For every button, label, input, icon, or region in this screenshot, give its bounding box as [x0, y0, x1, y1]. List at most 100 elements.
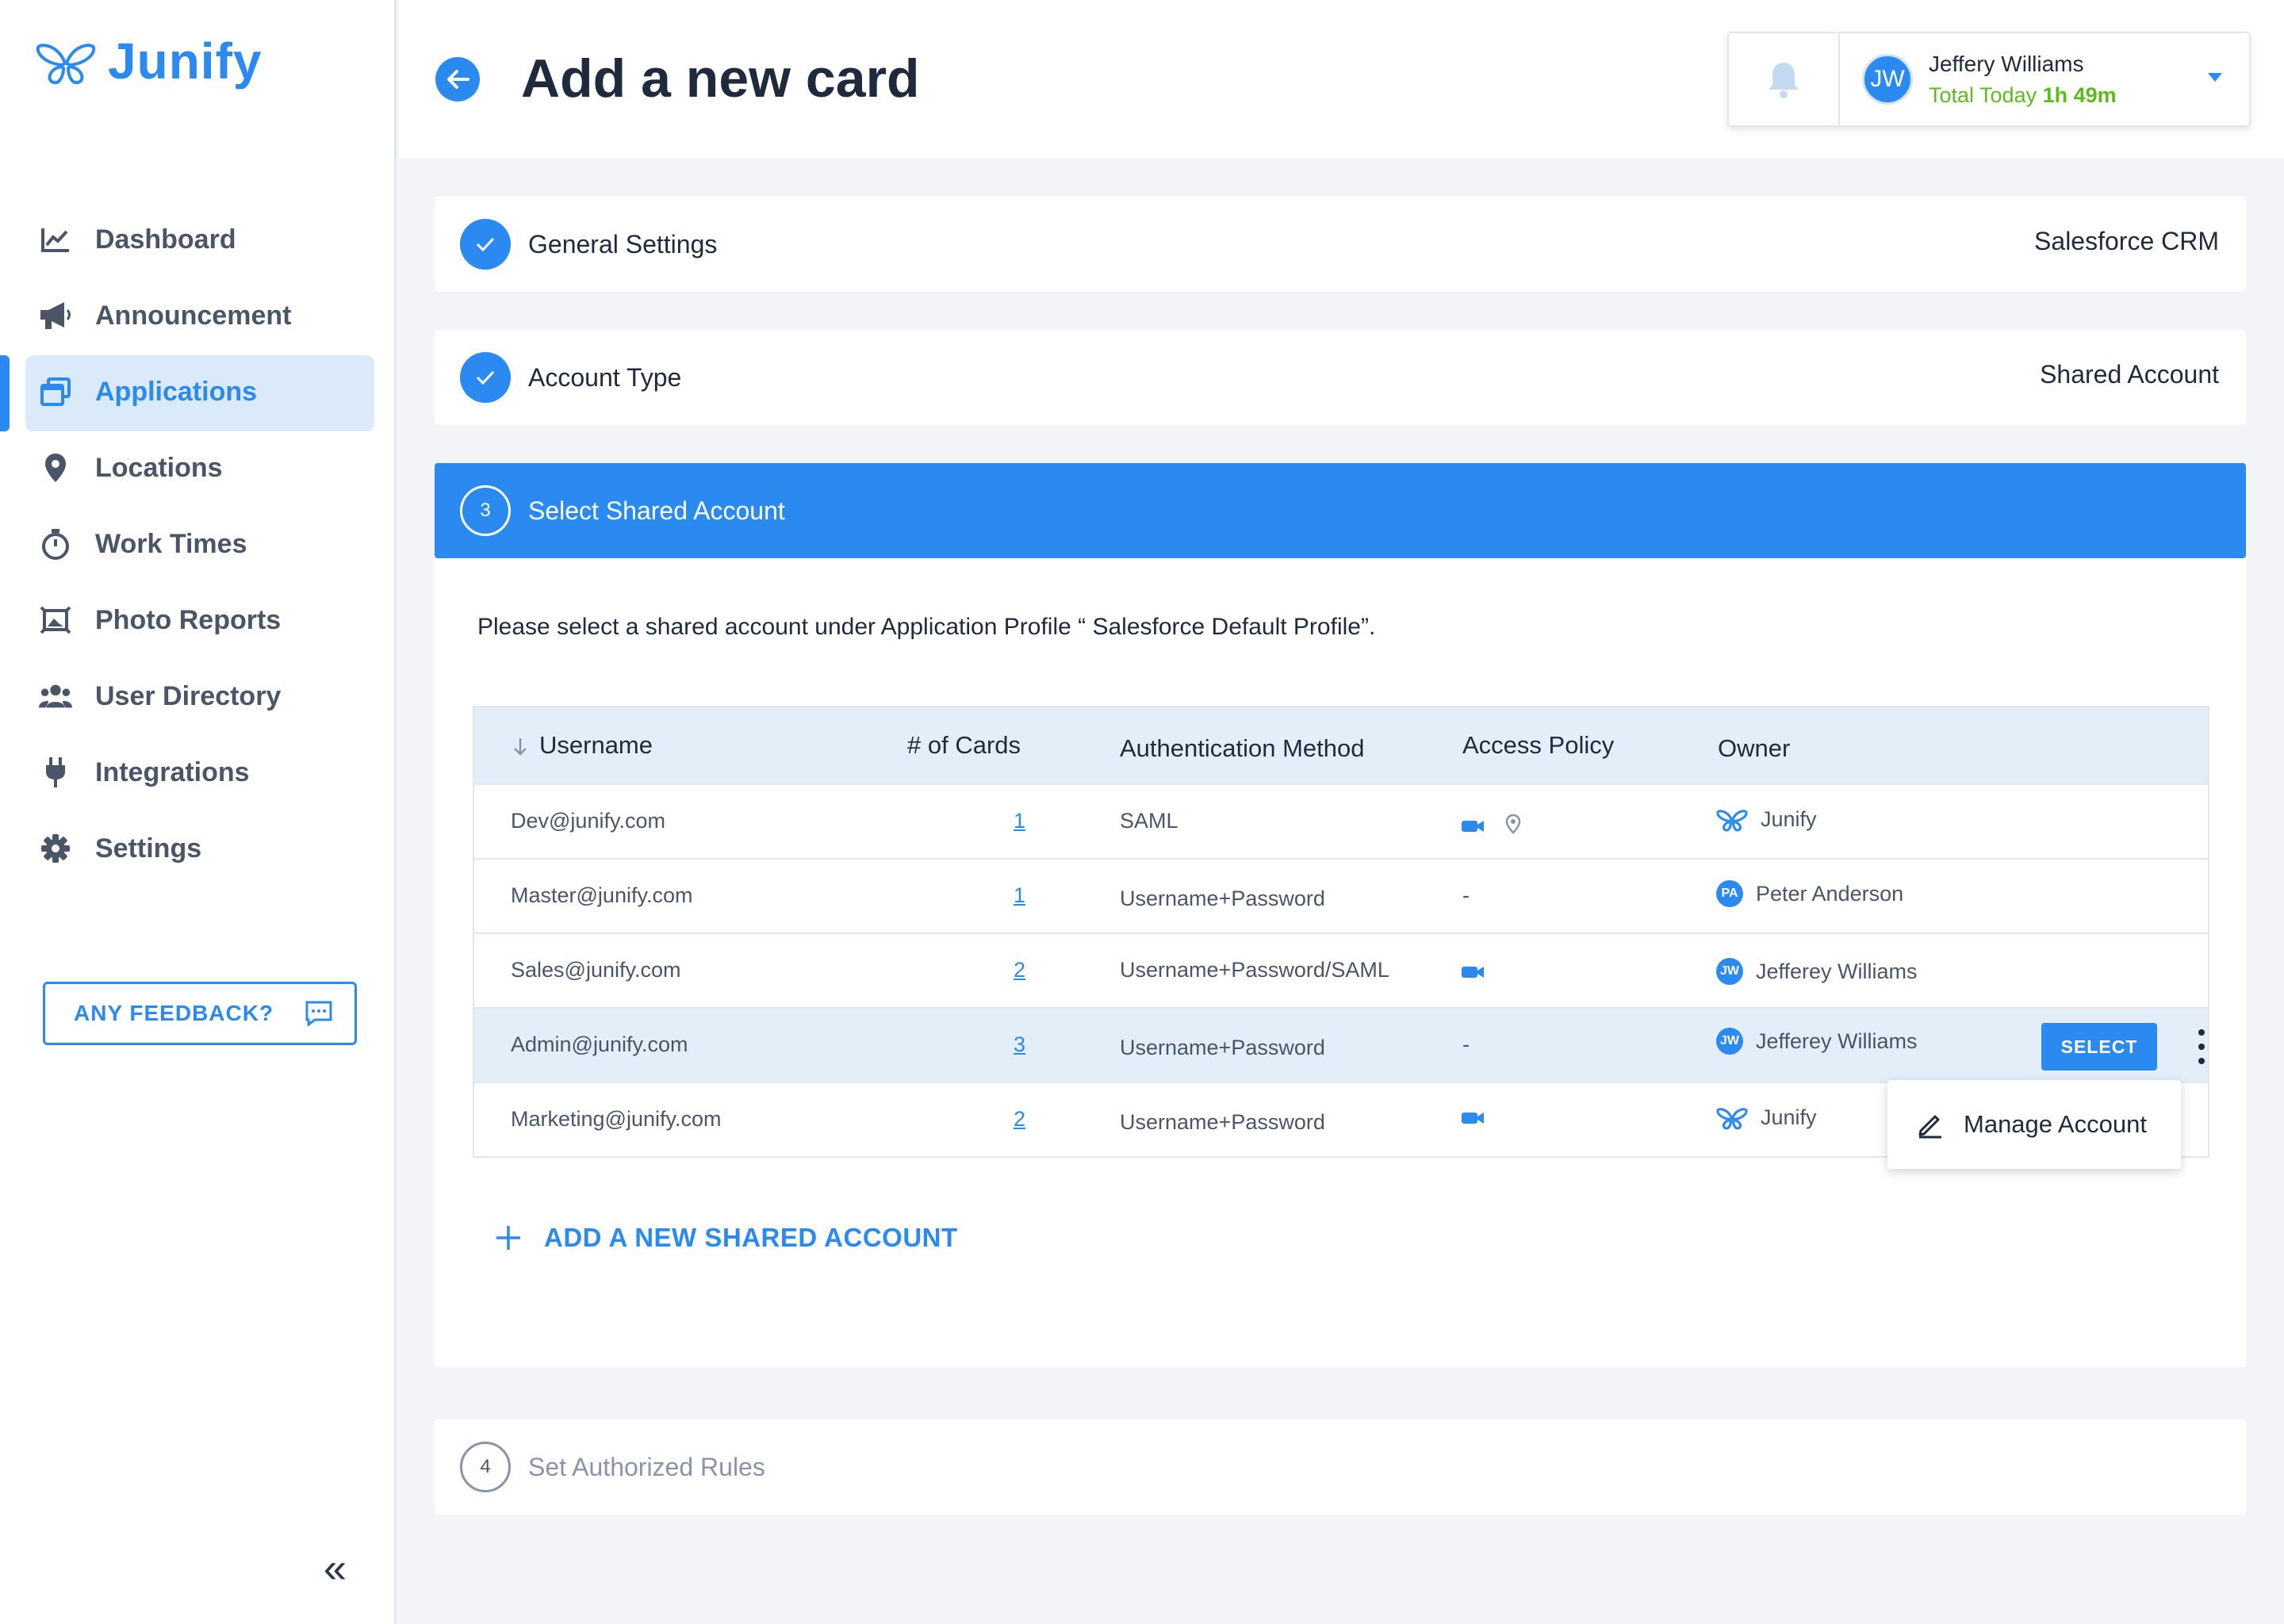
row-actions-menu: Manage Account: [1887, 1080, 2181, 1169]
step-title: Select Shared Account: [528, 496, 785, 525]
chevron-down-icon[interactable]: [2208, 73, 2222, 82]
column-owner: Owner: [1718, 734, 1791, 762]
sidebar-item-label: Applications: [95, 376, 258, 407]
cell-auth: Username+Password: [1120, 887, 1325, 910]
cell-cards-link[interactable]: 1: [1014, 809, 1025, 833]
notifications-button[interactable]: [1729, 33, 1840, 125]
cell-cards-link[interactable]: 1: [1014, 883, 1025, 908]
cell-owner: JW Jefferey Williams: [1716, 958, 1918, 985]
column-label: Username: [539, 731, 653, 759]
cell-auth: Username+Password: [1120, 1110, 1325, 1134]
arrow-left-icon: [447, 70, 469, 89]
brand-logo[interactable]: Junify: [35, 32, 262, 90]
cell-username: Master@junify.com: [511, 883, 693, 907]
cell-cards-link[interactable]: 3: [1014, 1032, 1025, 1057]
photo-frame-icon: [38, 603, 73, 638]
butterfly-logo-icon: [1716, 810, 1748, 832]
back-button[interactable]: [435, 57, 480, 102]
sidebar-item-announcement[interactable]: Announcement: [0, 278, 397, 354]
collapse-sidebar-icon[interactable]: «: [324, 1545, 347, 1592]
total-time-value: 1h 49m: [2042, 82, 2117, 107]
more-options-icon[interactable]: [2194, 1029, 2209, 1064]
sidebar-item-label: Settings: [95, 833, 202, 864]
megaphone-icon: [38, 298, 73, 333]
table-row[interactable]: Master@junify.com 1 Username+Password - …: [474, 858, 2208, 933]
cell-access-policy: -: [1462, 1032, 1470, 1056]
avatar: JW: [1716, 958, 1743, 985]
column-cards: # of Cards: [907, 731, 1021, 759]
cell-username: Marketing@junify.com: [511, 1107, 722, 1131]
table-row[interactable]: Dev@junify.com 1 SAML Junify: [474, 783, 2208, 858]
sidebar-item-integrations[interactable]: Integrations: [0, 734, 397, 810]
shared-account-panel: Please select a shared account under App…: [435, 558, 2246, 1367]
sidebar-nav: Dashboard Announcement Applications Loca…: [0, 201, 397, 887]
sidebar-item-photo-reports[interactable]: Photo Reports: [0, 582, 397, 658]
cell-cards-link[interactable]: 2: [1014, 1107, 1025, 1132]
sidebar-item-settings[interactable]: Settings: [0, 810, 397, 887]
location-pin-icon: [38, 450, 73, 485]
feedback-button[interactable]: ANY FEEDBACK?: [43, 982, 357, 1045]
stopwatch-icon: [38, 527, 73, 561]
sidebar-item-locations[interactable]: Locations: [0, 430, 397, 506]
step-account-type[interactable]: Account Type Shared Account: [435, 330, 2246, 425]
cell-access-policy: -: [1462, 883, 1470, 907]
cell-auth: Username+Password/SAML: [1120, 958, 1389, 982]
sidebar-item-label: Locations: [95, 452, 223, 483]
cell-cards-link[interactable]: 2: [1014, 958, 1025, 982]
user-profile[interactable]: JW Jeffery Williams Total Today 1h 49m: [1840, 33, 2249, 125]
sidebar-item-user-directory[interactable]: User Directory: [0, 658, 397, 734]
step-set-authorized-rules[interactable]: 4 Set Authorized Rules: [435, 1419, 2246, 1515]
windows-icon: [38, 374, 73, 409]
cell-username: Dev@junify.com: [511, 809, 665, 833]
cell-owner: Junify: [1716, 1104, 1817, 1131]
step-title: Account Type: [528, 362, 682, 392]
sidebar-item-label: Work Times: [95, 528, 247, 559]
select-button[interactable]: SELECT: [2041, 1023, 2157, 1071]
plus-icon: [496, 1226, 520, 1250]
cell-access-policy: [1461, 1107, 1485, 1132]
table-row-selected[interactable]: Admin@junify.com 3 Username+Password - J…: [474, 1007, 2208, 1082]
add-shared-account-button[interactable]: ADD A NEW SHARED ACCOUNT: [495, 1223, 958, 1253]
bell-icon: [1769, 63, 1799, 98]
owner-name: Junify: [1761, 806, 1817, 831]
pencil-icon: [1918, 1115, 1941, 1139]
cell-username: Sales@junify.com: [511, 958, 681, 982]
active-indicator: [0, 355, 10, 431]
cell-auth: SAML: [1120, 809, 1178, 833]
chat-bubble-icon: [305, 1001, 332, 1026]
check-icon: [460, 219, 511, 270]
video-icon: [1462, 967, 1484, 978]
total-time-label: Total Today: [1929, 82, 2037, 107]
table-row[interactable]: Sales@junify.com 2 Username+Password/SAM…: [474, 933, 2208, 1007]
brand-name: Junify: [108, 33, 263, 90]
cell-owner: Junify: [1716, 806, 1817, 833]
sidebar-item-label: Dashboard: [95, 224, 236, 255]
sidebar-item-applications[interactable]: Applications: [0, 354, 397, 431]
video-icon: [1462, 821, 1484, 832]
sidebar: Junify Dashboard Announcement Applicatio…: [0, 0, 397, 1624]
total-time: Total Today 1h 49m: [1929, 83, 2117, 108]
check-icon: [460, 352, 511, 403]
sort-arrow-down-icon: [514, 737, 527, 756]
column-username[interactable]: Username: [512, 731, 653, 760]
owner-name: Peter Anderson: [1756, 881, 1904, 906]
sidebar-item-work-times[interactable]: Work Times: [0, 506, 397, 582]
user-menu[interactable]: JW Jeffery Williams Total Today 1h 49m: [1727, 32, 2251, 127]
cell-owner: JW Jefferey Williams: [1716, 1028, 1918, 1055]
column-access-policy: Access Policy: [1462, 731, 1615, 759]
cell-username: Admin@junify.com: [511, 1032, 688, 1056]
avatar: JW: [1716, 1028, 1743, 1055]
sidebar-item-dashboard[interactable]: Dashboard: [0, 201, 397, 278]
cell-access-policy: [1461, 814, 1521, 840]
avatar: PA: [1716, 880, 1743, 907]
step-select-shared-account[interactable]: 3 Select Shared Account: [435, 463, 2246, 558]
avatar: JW: [1862, 54, 1913, 105]
step-general-settings[interactable]: General Settings Salesforce CRM: [435, 197, 2246, 292]
page-header: Add a new card JW Jeffery Williams Total…: [399, 0, 2284, 159]
column-auth-method: Authentication Method: [1120, 734, 1365, 762]
users-icon: [38, 679, 73, 714]
step-number: 4: [460, 1442, 511, 1492]
cell-owner: PA Peter Anderson: [1716, 880, 1903, 907]
step-number: 3: [460, 485, 511, 536]
manage-account-menu-item[interactable]: Manage Account: [1964, 1110, 2147, 1139]
